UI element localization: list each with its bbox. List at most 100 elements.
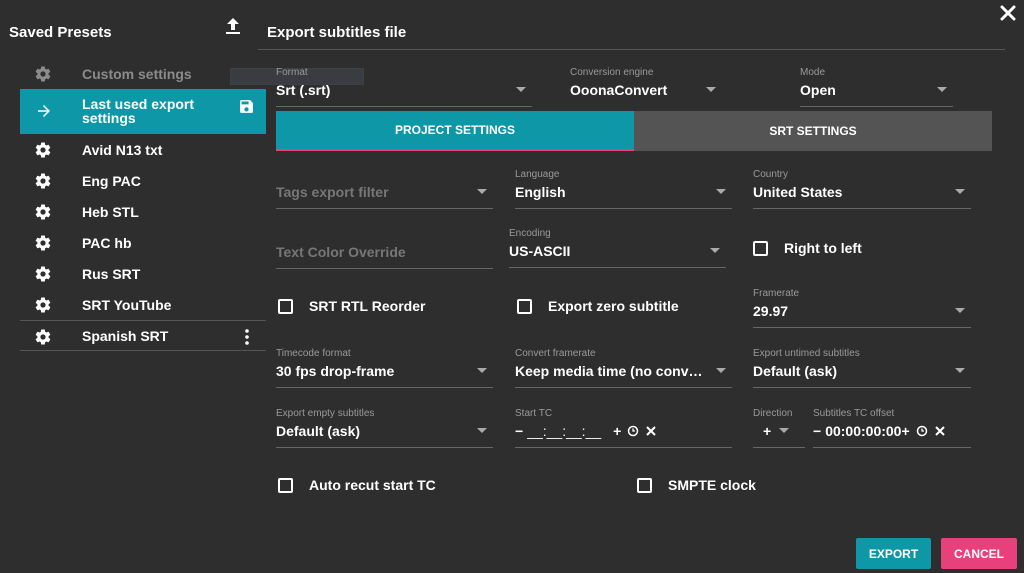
minus-icon[interactable]: − xyxy=(813,423,821,439)
preset-heb-stl[interactable]: Heb STL xyxy=(20,196,266,227)
mode-value: Open xyxy=(800,82,836,98)
country-label: Country xyxy=(753,169,789,180)
mode-select[interactable]: Mode Open xyxy=(800,66,953,107)
preset-label: SRT YouTube xyxy=(82,296,172,313)
checkbox-box[interactable] xyxy=(753,240,768,256)
tab-project-settings[interactable]: PROJECT SETTINGS xyxy=(276,111,634,151)
chevron-down-icon xyxy=(477,428,487,433)
preset-pac-hb[interactable]: PAC hb xyxy=(20,227,266,258)
checkbox-box[interactable] xyxy=(278,298,293,314)
tags-export-filter-select[interactable]: Tags export filter xyxy=(276,168,493,209)
tc-offset-value[interactable]: 00:00:00:00 xyxy=(825,423,901,439)
gear-icon xyxy=(35,204,51,220)
chevron-down-icon xyxy=(937,87,947,92)
conversion-engine-select[interactable]: Conversion engine OoonaConvert xyxy=(570,66,722,101)
preset-last-used[interactable]: Last used export settings xyxy=(20,89,266,134)
presets-list: Custom settings Last used export setting… xyxy=(20,58,266,351)
save-icon[interactable] xyxy=(238,98,255,115)
tags-filter-placeholder: Tags export filter xyxy=(276,184,389,200)
export-empty-label: Export empty subtitles xyxy=(276,408,375,419)
chevron-down-icon xyxy=(516,87,526,92)
settings-tabs: PROJECT SETTINGS SRT SETTINGS xyxy=(276,111,992,151)
language-label: Language xyxy=(515,169,560,180)
chevron-down-icon xyxy=(716,189,726,194)
start-tc-field[interactable]: Start TC − __:__:__:__ + xyxy=(515,407,732,448)
convert-framerate-select[interactable]: Convert framerate Keep media time (no co… xyxy=(515,347,732,388)
export-empty-select[interactable]: Export empty subtitles Default (ask) xyxy=(276,407,493,448)
auto-recut-label: Auto recut start TC xyxy=(309,477,436,493)
tc-offset-label: Subtitles TC offset xyxy=(813,408,895,419)
gear-icon xyxy=(35,297,51,313)
chevron-down-icon xyxy=(955,189,965,194)
export-button[interactable]: EXPORT xyxy=(856,538,931,569)
right-to-left-label: Right to left xyxy=(784,240,862,256)
chevron-down-icon xyxy=(477,189,487,194)
clear-icon[interactable] xyxy=(645,425,657,437)
country-value: United States xyxy=(753,184,843,200)
more-vert-icon[interactable] xyxy=(244,328,250,346)
gear-icon xyxy=(35,266,51,282)
preset-rus-srt[interactable]: Rus SRT xyxy=(20,258,266,289)
preset-spanish-srt[interactable]: Spanish SRT xyxy=(20,320,266,351)
gear-icon xyxy=(35,235,51,251)
upload-icon[interactable] xyxy=(224,16,242,36)
chevron-down-icon xyxy=(706,87,716,92)
gear-icon xyxy=(35,66,51,82)
gear-icon xyxy=(35,173,51,189)
chevron-down-icon xyxy=(955,368,965,373)
plus-icon[interactable]: + xyxy=(613,423,621,439)
smpte-clock-checkbox[interactable]: SMPTE clock xyxy=(637,477,756,493)
plus-icon[interactable]: + xyxy=(901,423,909,439)
srt-rtl-reorder-checkbox[interactable]: SRT RTL Reorder xyxy=(278,298,425,314)
checkbox-box[interactable] xyxy=(517,298,532,314)
preset-custom-settings[interactable]: Custom settings xyxy=(20,58,266,89)
preset-eng-pac[interactable]: Eng PAC xyxy=(20,165,266,196)
language-select[interactable]: Language English xyxy=(515,168,732,209)
start-tc-label: Start TC xyxy=(515,408,553,419)
clock-icon[interactable] xyxy=(627,425,639,437)
preset-label: Eng PAC xyxy=(82,172,141,189)
export-empty-value: Default (ask) xyxy=(276,423,361,439)
format-select[interactable]: Format Srt (.srt) xyxy=(276,66,532,107)
encoding-select[interactable]: Encoding US-ASCII xyxy=(509,227,726,268)
text-color-override-input[interactable]: Text Color Override xyxy=(276,228,493,269)
framerate-label: Framerate xyxy=(753,288,800,299)
cancel-button[interactable]: CANCEL xyxy=(941,538,1017,569)
right-to-left-checkbox[interactable]: Right to left xyxy=(753,240,862,256)
text-color-placeholder: Text Color Override xyxy=(276,244,406,260)
clear-icon[interactable] xyxy=(934,425,946,437)
export-untimed-label: Export untimed subtitles xyxy=(753,348,860,359)
preset-label: Spanish SRT xyxy=(82,327,169,344)
timecode-format-select[interactable]: Timecode format 30 fps drop-frame xyxy=(276,347,493,388)
start-tc-value[interactable]: __:__:__:__ xyxy=(527,423,601,439)
header-divider xyxy=(258,49,1005,50)
chevron-down-icon xyxy=(477,368,487,373)
preset-label: PAC hb xyxy=(82,234,132,251)
preset-srt-youtube[interactable]: SRT YouTube xyxy=(20,289,266,320)
direction-select[interactable]: Direction + xyxy=(753,407,805,448)
export-untimed-select[interactable]: Export untimed subtitles Default (ask) xyxy=(753,347,971,388)
preset-label: Last used export settings xyxy=(82,96,195,126)
checkbox-box[interactable] xyxy=(637,477,652,493)
dialog-title: Export subtitles file xyxy=(267,24,407,41)
preset-label: Rus SRT xyxy=(82,265,141,282)
smpte-label: SMPTE clock xyxy=(668,477,756,493)
convert-framerate-label: Convert framerate xyxy=(515,348,596,359)
export-zero-label: Export zero subtitle xyxy=(548,298,679,314)
encoding-value: US-ASCII xyxy=(509,243,571,259)
framerate-select[interactable]: Framerate 29.97 xyxy=(753,287,971,328)
close-icon[interactable] xyxy=(1000,5,1016,21)
export-zero-subtitle-checkbox[interactable]: Export zero subtitle xyxy=(517,298,679,314)
minus-icon[interactable]: − xyxy=(515,423,523,439)
chevron-down-icon xyxy=(716,368,726,373)
preset-avid-n13[interactable]: Avid N13 txt xyxy=(20,134,266,165)
engine-value: OoonaConvert xyxy=(570,82,668,98)
country-select[interactable]: Country United States xyxy=(753,168,971,209)
auto-recut-checkbox[interactable]: Auto recut start TC xyxy=(278,477,436,493)
tab-srt-settings[interactable]: SRT SETTINGS xyxy=(634,111,992,151)
checkbox-box[interactable] xyxy=(278,477,293,493)
direction-label: Direction xyxy=(753,408,793,419)
clock-icon[interactable] xyxy=(916,425,928,437)
tc-offset-field[interactable]: Subtitles TC offset − 00:00:00:00 + xyxy=(813,407,971,448)
chevron-down-icon xyxy=(955,308,965,313)
